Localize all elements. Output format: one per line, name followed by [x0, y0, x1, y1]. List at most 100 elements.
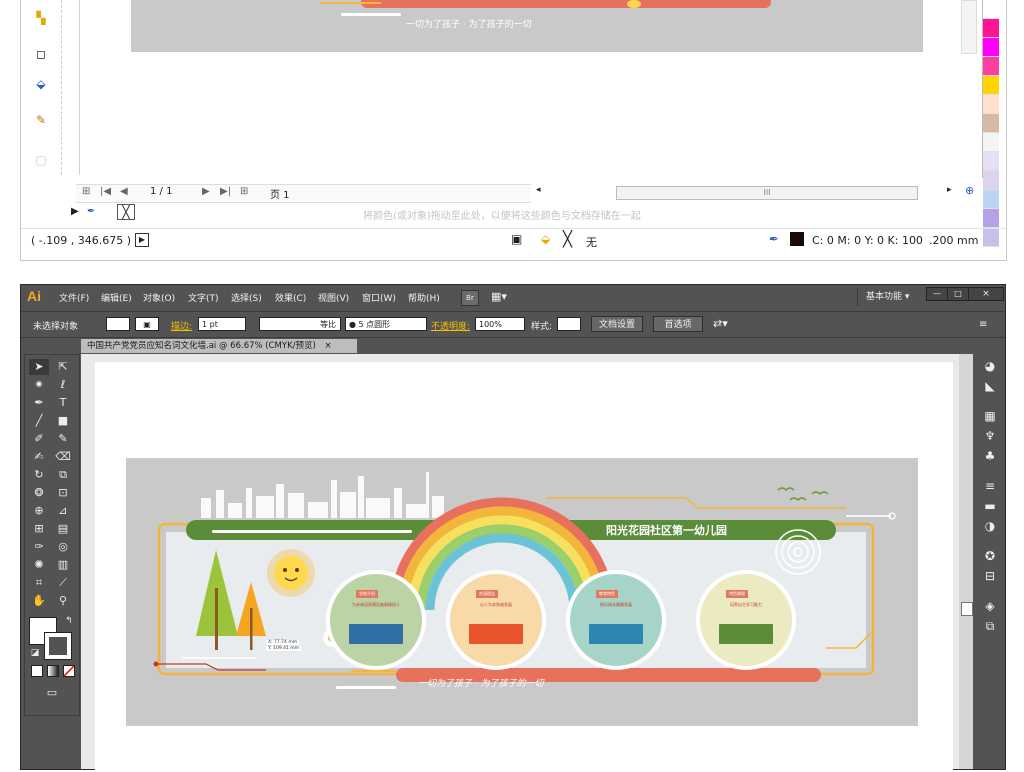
- swap-colors-icon[interactable]: ↰: [59, 613, 79, 629]
- symbols-panel-icon[interactable]: ♣: [982, 448, 998, 464]
- palette-swatch[interactable]: [983, 95, 999, 114]
- vscroll-thumb[interactable]: [961, 602, 973, 616]
- interactive-tool-icon[interactable]: ▢: [32, 152, 50, 168]
- next-page-icon[interactable]: ▶: [202, 186, 210, 197]
- type-tool-icon[interactable]: T: [53, 395, 73, 411]
- brushes-panel-icon[interactable]: ♆: [982, 428, 998, 444]
- minimize-button[interactable]: —: [926, 287, 948, 301]
- scroll-right-icon[interactable]: ▸: [947, 185, 952, 195]
- paintbrush-tool-icon[interactable]: ✐: [29, 431, 49, 447]
- vertical-scrollbar[interactable]: [959, 354, 973, 769]
- eyedropper-tool-icon[interactable]: ✎: [32, 112, 50, 128]
- play-icon[interactable]: ▶: [71, 206, 79, 217]
- color-mode-icon[interactable]: [31, 665, 43, 677]
- add-page-icon[interactable]: ⊞: [82, 186, 90, 197]
- stroke-panel-icon[interactable]: ≡: [982, 478, 998, 494]
- menu-window[interactable]: 窗口(W): [362, 291, 396, 304]
- menu-select[interactable]: 选择(S): [231, 291, 262, 304]
- pen-tool-icon[interactable]: ✒: [29, 395, 49, 411]
- document-setup-button[interactable]: 文档设置: [591, 316, 643, 332]
- blob-brush-icon[interactable]: ✍: [29, 449, 49, 465]
- arrange-documents-icon[interactable]: ▦▾: [491, 290, 507, 303]
- menu-type[interactable]: 文字(T): [188, 291, 219, 304]
- first-page-icon[interactable]: |◀: [100, 186, 111, 197]
- menu-file[interactable]: 文件(F): [59, 291, 89, 304]
- slice-tool-icon[interactable]: ⟋: [53, 575, 73, 591]
- palette-swatch[interactable]: [983, 0, 999, 19]
- palette-swatch[interactable]: [983, 57, 999, 76]
- warp-tool-icon[interactable]: ❂: [29, 485, 49, 501]
- prev-page-icon[interactable]: ◀: [120, 186, 128, 197]
- stroke-weight-field[interactable]: 1 pt: [198, 317, 246, 331]
- menu-object[interactable]: 对象(O): [143, 291, 175, 304]
- free-transform-icon[interactable]: ⊡: [53, 485, 73, 501]
- default-colors-icon[interactable]: ◪: [25, 645, 45, 661]
- stroke-color-box[interactable]: [44, 632, 72, 660]
- drawing-canvas[interactable]: 一切为了孩子 · 为了孩子的一切: [79, 0, 978, 175]
- palette-swatch[interactable]: [983, 133, 999, 152]
- fill-swatch[interactable]: [106, 317, 130, 331]
- stroke-swatch[interactable]: ▣: [135, 317, 159, 331]
- transparency-panel-icon[interactable]: ◑: [982, 518, 998, 534]
- color-panel-icon[interactable]: ◕: [982, 358, 998, 374]
- eyedropper-tool-icon[interactable]: ✑: [29, 539, 49, 555]
- opacity-label[interactable]: 不透明度:: [431, 319, 470, 332]
- magic-wand-icon[interactable]: ✷: [29, 377, 49, 393]
- artboard-tool-icon[interactable]: ⌗: [29, 575, 49, 591]
- artboards-panel-icon[interactable]: ⧉: [982, 618, 998, 634]
- stroke-label[interactable]: 描边:: [171, 319, 192, 332]
- doc-info-icon[interactable]: ▣: [511, 232, 522, 246]
- menu-help[interactable]: 帮助(H): [408, 291, 440, 304]
- document-tab-close-icon[interactable]: ×: [325, 341, 332, 351]
- status-play-icon[interactable]: ▶: [135, 233, 149, 247]
- menu-effect[interactable]: 效果(C): [275, 291, 306, 304]
- blend-tool-icon[interactable]: ◎: [53, 539, 73, 555]
- palette-swatch[interactable]: [983, 19, 999, 38]
- pen-nib-icon[interactable]: ✒: [769, 232, 779, 246]
- hand-tool-icon[interactable]: ✋: [29, 593, 49, 609]
- palette-swatch[interactable]: [983, 171, 999, 190]
- preferences-button[interactable]: 首选项: [653, 316, 703, 332]
- opacity-field[interactable]: 100%: [475, 317, 525, 331]
- direct-selection-tool-icon[interactable]: ⇱: [53, 359, 73, 375]
- scroll-left-icon[interactable]: ◂: [536, 185, 541, 195]
- swatches-panel-icon[interactable]: ▦: [982, 408, 998, 424]
- document-tab[interactable]: 中国共产党党员应知名词文化墙.ai @ 66.67% (CMYK/预览) ×: [81, 339, 357, 353]
- no-color-icon[interactable]: ╳: [117, 204, 135, 220]
- perspective-grid-icon[interactable]: ⊿: [53, 503, 73, 519]
- variable-width-profile[interactable]: 等比: [259, 317, 341, 331]
- graphic-style-swatch[interactable]: [557, 317, 581, 331]
- pencil-tool-icon[interactable]: ✎: [53, 431, 73, 447]
- brush-definition[interactable]: ● 5 点圆形: [345, 317, 427, 331]
- lasso-tool-icon[interactable]: ℓ: [53, 377, 73, 393]
- maximize-button[interactable]: □: [947, 287, 969, 301]
- last-page-icon[interactable]: ▶|: [220, 186, 231, 197]
- fill-tool-icon[interactable]: ▚: [32, 10, 50, 26]
- close-button[interactable]: ×: [968, 287, 1004, 301]
- workspace-switcher[interactable]: 基本功能 ▾: [857, 288, 934, 306]
- graphic-styles-icon[interactable]: ⊟: [982, 568, 998, 584]
- stroke-color-swatch[interactable]: [790, 232, 804, 246]
- bridge-button[interactable]: Br: [461, 290, 479, 306]
- gradient-mode-icon[interactable]: [47, 665, 59, 677]
- zoom-tool-icon[interactable]: ⚲: [53, 593, 73, 609]
- gradient-panel-icon[interactable]: ▬: [982, 498, 998, 514]
- palette-swatch[interactable]: [983, 152, 999, 171]
- rectangle-tool-icon[interactable]: ■: [53, 413, 73, 429]
- color-palette[interactable]: [982, 0, 999, 247]
- fill-bucket-icon[interactable]: ⬙: [541, 232, 550, 246]
- panel-menu-icon[interactable]: ≡: [979, 319, 987, 330]
- graph-tool-icon[interactable]: ▥: [53, 557, 73, 573]
- palette-swatch[interactable]: [983, 38, 999, 57]
- add-page-after-icon[interactable]: ⊞: [240, 186, 248, 197]
- arrange-icon[interactable]: ⇄▾: [713, 317, 728, 330]
- zoom-icon[interactable]: ⊕: [965, 184, 974, 197]
- none-mode-icon[interactable]: [63, 665, 75, 677]
- scale-tool-icon[interactable]: ⧉: [53, 467, 73, 483]
- palette-swatch[interactable]: [983, 76, 999, 95]
- selection-tool-icon[interactable]: ➤: [29, 359, 49, 375]
- eraser-tool-icon[interactable]: ⌫: [53, 449, 73, 465]
- shape-builder-icon[interactable]: ⊕: [29, 503, 49, 519]
- menu-view[interactable]: 视图(V): [318, 291, 349, 304]
- rectangle-tool-icon[interactable]: ◻: [32, 46, 50, 62]
